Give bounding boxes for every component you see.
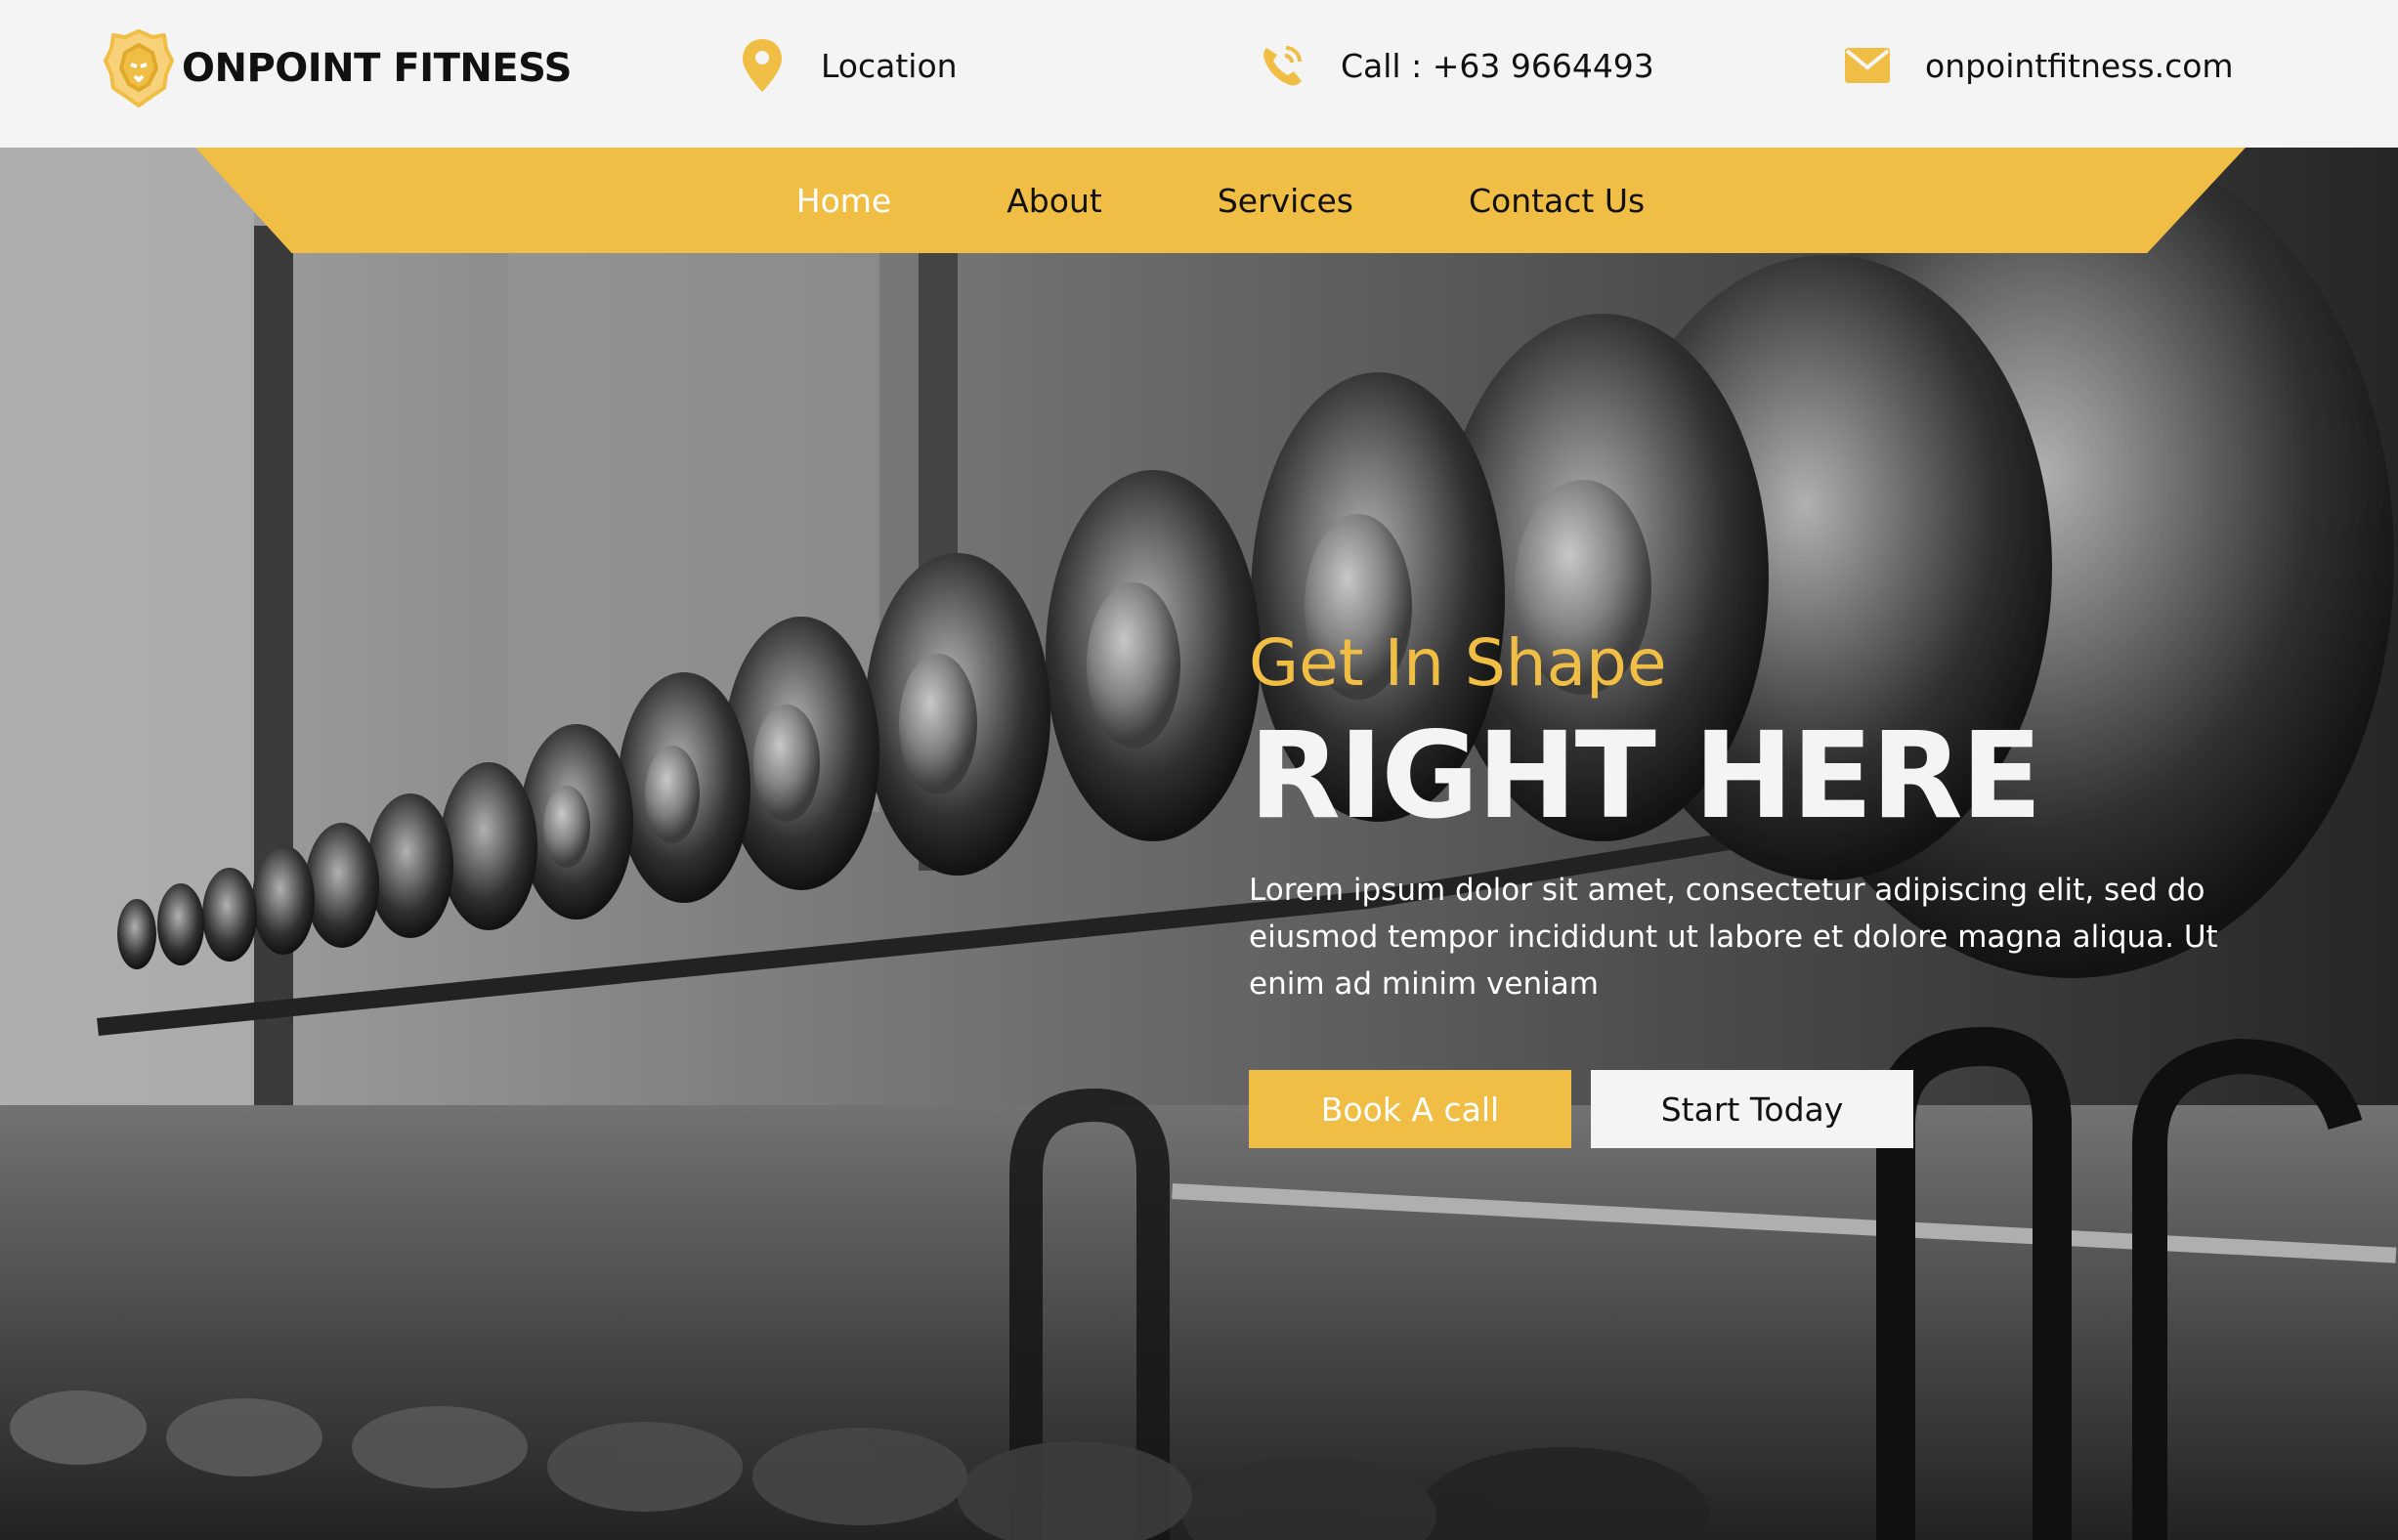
hero-cta-group: Book A call Start Today xyxy=(1249,1070,2275,1149)
top-info-bar: ONPOINT FITNESS Location Call : +63 9664… xyxy=(0,0,2398,148)
main-navigation: Home About Services Contact Us xyxy=(195,148,2246,253)
hero-kicker: Get In Shape xyxy=(1249,625,1667,701)
envelope-icon xyxy=(1845,48,1890,83)
start-today-button[interactable]: Start Today xyxy=(1591,1070,1913,1149)
brand-name: ONPOINT FITNESS xyxy=(182,46,572,91)
hero-headline: RIGHT HERE xyxy=(1249,706,2042,845)
book-a-call-button[interactable]: Book A call xyxy=(1249,1070,1571,1149)
location-link[interactable]: Location xyxy=(741,39,958,92)
nav-item-contact-us[interactable]: Contact Us xyxy=(1469,182,1645,220)
phone-label: Call : +63 9664493 xyxy=(1341,46,1654,85)
nav-item-home[interactable]: Home xyxy=(796,182,891,220)
email-label: onpointfitness.com xyxy=(1925,46,2234,85)
phone-icon xyxy=(1263,46,1302,86)
brand[interactable]: ONPOINT FITNESS xyxy=(104,27,572,109)
hero-description: Lorem ipsum dolor sit amet, consectetur … xyxy=(1249,873,2218,1003)
lion-head-icon xyxy=(104,29,174,107)
nav-item-services[interactable]: Services xyxy=(1218,182,1353,220)
nav-item-about[interactable]: About xyxy=(1006,182,1102,220)
phone-link[interactable]: Call : +63 9664493 xyxy=(1259,39,1654,92)
map-pin-icon xyxy=(743,39,782,92)
email-link[interactable]: onpointfitness.com xyxy=(1845,39,2234,92)
hero-copy: Get In Shape RIGHT HERE Lorem ipsum dolo… xyxy=(1249,625,2275,1149)
location-label: Location xyxy=(821,46,958,85)
nav-list: Home About Services Contact Us xyxy=(195,148,2246,253)
